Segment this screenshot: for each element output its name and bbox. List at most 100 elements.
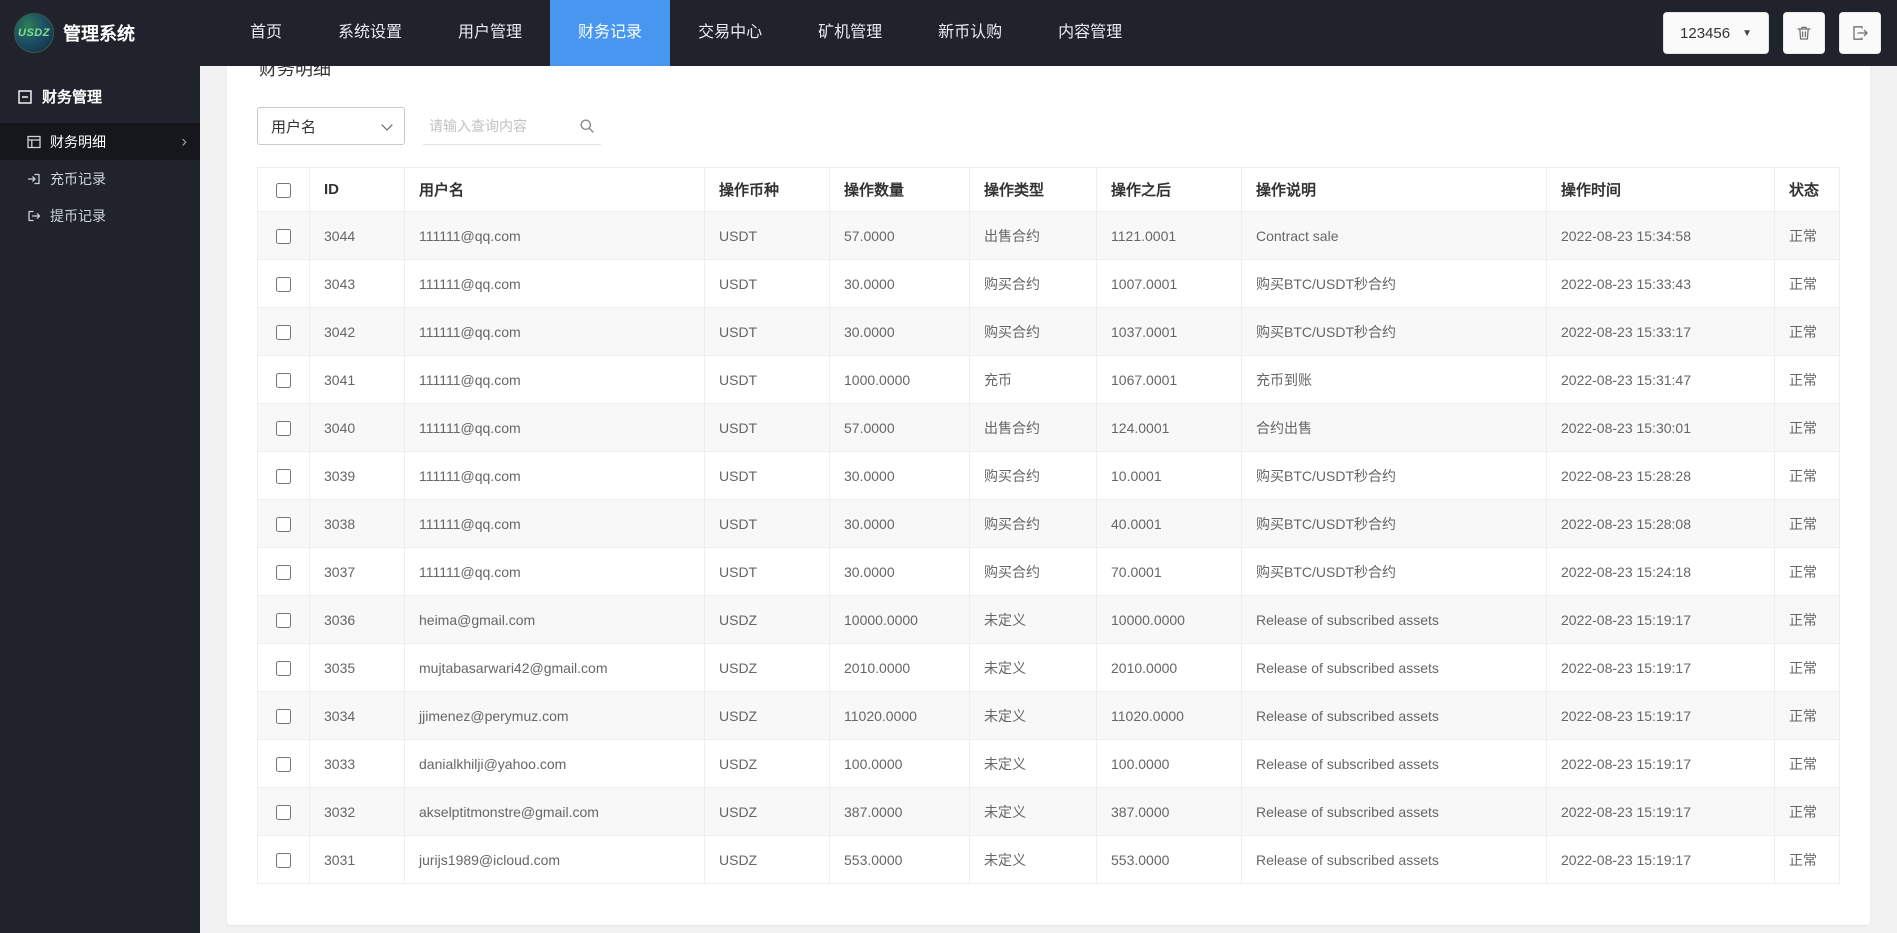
cell-after: 124.0001 — [1097, 404, 1242, 452]
cell-after: 40.0001 — [1097, 500, 1242, 548]
nav-item-new-coin-subscription[interactable]: 新币认购 — [910, 0, 1030, 66]
cell-time: 2022-08-23 15:33:17 — [1547, 308, 1775, 356]
cell-type: 购买合约 — [970, 452, 1097, 500]
clear-cache-button[interactable] — [1783, 12, 1825, 54]
cell-after: 553.0000 — [1097, 836, 1242, 884]
cell-status: 正常 — [1775, 212, 1840, 260]
row-checkbox[interactable] — [276, 469, 291, 484]
sidebar-item-finance-detail[interactable]: 财务明细› — [0, 123, 200, 160]
table-row: 3041111111@qq.comUSDT1000.0000充币1067.000… — [258, 356, 1840, 404]
cell-amount: 10000.0000 — [830, 596, 970, 644]
cell-id: 3042 — [310, 308, 405, 356]
select-all-checkbox[interactable] — [276, 183, 291, 198]
cell-amount: 57.0000 — [830, 212, 970, 260]
sidebar-section-finance[interactable]: 财务管理 — [0, 66, 200, 123]
nav-item-trade-center[interactable]: 交易中心 — [670, 0, 790, 66]
nav-item-user-management[interactable]: 用户管理 — [430, 0, 550, 66]
cell-amount: 1000.0000 — [830, 356, 970, 404]
cell-time: 2022-08-23 15:24:18 — [1547, 548, 1775, 596]
cell-type: 购买合约 — [970, 260, 1097, 308]
cell-status: 正常 — [1775, 260, 1840, 308]
search-icon[interactable] — [577, 116, 597, 136]
cell-username: heima@gmail.com — [405, 596, 705, 644]
user-dropdown[interactable]: 123456 ▼ — [1663, 12, 1769, 54]
cell-time: 2022-08-23 15:19:17 — [1547, 596, 1775, 644]
cell-id: 3031 — [310, 836, 405, 884]
table-row: 3035mujtabasarwari42@gmail.comUSDZ2010.0… — [258, 644, 1840, 692]
cell-username: jurijs1989@icloud.com — [405, 836, 705, 884]
row-checkbox[interactable] — [276, 277, 291, 292]
cell-username: akselptitmonstre@gmail.com — [405, 788, 705, 836]
sign-out-icon — [27, 209, 41, 223]
cell-amount: 2010.0000 — [830, 644, 970, 692]
row-checkbox[interactable] — [276, 421, 291, 436]
cell-type: 出售合约 — [970, 404, 1097, 452]
cell-type: 购买合约 — [970, 500, 1097, 548]
table-row: 3031jurijs1989@icloud.comUSDZ553.0000未定义… — [258, 836, 1840, 884]
column-header: 操作币种 — [705, 168, 830, 212]
table-row: 3039111111@qq.comUSDT30.0000购买合约10.0001购… — [258, 452, 1840, 500]
logout-button[interactable] — [1839, 12, 1881, 54]
row-checkbox[interactable] — [276, 709, 291, 724]
navbar-right-controls: 123456 ▼ — [1663, 12, 1897, 54]
row-checkbox-cell — [258, 212, 310, 260]
cell-desc: Release of subscribed assets — [1242, 644, 1547, 692]
row-checkbox[interactable] — [276, 661, 291, 676]
cell-id: 3037 — [310, 548, 405, 596]
cell-type: 未定义 — [970, 788, 1097, 836]
cell-time: 2022-08-23 15:34:58 — [1547, 212, 1775, 260]
logo-badge-text: USDZ — [18, 27, 50, 39]
sidebar-item-label: 充币记录 — [50, 169, 106, 189]
cell-username: mujtabasarwari42@gmail.com — [405, 644, 705, 692]
cell-coin: USDT — [705, 356, 830, 404]
cell-desc: 购买BTC/USDT秒合约 — [1242, 308, 1547, 356]
sidebar-menu: 财务明细› 充币记录提币记录 — [0, 123, 200, 234]
cell-type: 充币 — [970, 356, 1097, 404]
row-checkbox[interactable] — [276, 757, 291, 772]
sidebar-item-deposit-records[interactable]: 充币记录 — [0, 160, 200, 197]
nav-item-content-management[interactable]: 内容管理 — [1030, 0, 1150, 66]
table-row: 3034jjimenez@perymuz.comUSDZ11020.0000未定… — [258, 692, 1840, 740]
chevron-right-icon: › — [181, 131, 187, 151]
cell-username: 111111@qq.com — [405, 548, 705, 596]
row-checkbox-cell — [258, 260, 310, 308]
row-checkbox[interactable] — [276, 325, 291, 340]
cell-desc: Release of subscribed assets — [1242, 740, 1547, 788]
cell-type: 购买合约 — [970, 308, 1097, 356]
row-checkbox-cell — [258, 404, 310, 452]
row-checkbox[interactable] — [276, 373, 291, 388]
cell-coin: USDT — [705, 452, 830, 500]
row-checkbox[interactable] — [276, 517, 291, 532]
row-checkbox[interactable] — [276, 853, 291, 868]
row-checkbox-cell — [258, 692, 310, 740]
cell-id: 3040 — [310, 404, 405, 452]
row-checkbox[interactable] — [276, 565, 291, 580]
cell-username: 111111@qq.com — [405, 212, 705, 260]
cell-coin: USDT — [705, 260, 830, 308]
sidebar-item-withdraw-records[interactable]: 提币记录 — [0, 197, 200, 234]
row-checkbox-cell — [258, 308, 310, 356]
table-body: 3044111111@qq.comUSDT57.0000出售合约1121.000… — [258, 212, 1840, 884]
trash-icon — [1795, 24, 1813, 42]
cell-amount: 30.0000 — [830, 308, 970, 356]
cell-time: 2022-08-23 15:31:47 — [1547, 356, 1775, 404]
nav-item-system-settings[interactable]: 系统设置 — [310, 0, 430, 66]
row-checkbox[interactable] — [276, 613, 291, 628]
cell-desc: Release of subscribed assets — [1242, 692, 1547, 740]
cell-status: 正常 — [1775, 548, 1840, 596]
cell-time: 2022-08-23 15:19:17 — [1547, 836, 1775, 884]
cell-after: 2010.0000 — [1097, 644, 1242, 692]
cell-id: 3039 — [310, 452, 405, 500]
nav-item-home[interactable]: 首页 — [222, 0, 310, 66]
filter-row: 用户名 — [257, 107, 1840, 145]
nav-item-finance-records[interactable]: 财务记录 — [550, 0, 670, 66]
row-checkbox-cell — [258, 452, 310, 500]
row-checkbox[interactable] — [276, 229, 291, 244]
row-checkbox[interactable] — [276, 805, 291, 820]
cell-desc: 购买BTC/USDT秒合约 — [1242, 548, 1547, 596]
top-navbar: USDZ 管理系统 首页系统设置用户管理财务记录交易中心矿机管理新币认购内容管理… — [0, 0, 1897, 66]
search-input[interactable] — [427, 117, 577, 135]
filter-field-select[interactable]: 用户名 — [257, 107, 405, 145]
cell-type: 未定义 — [970, 836, 1097, 884]
nav-item-miner-management[interactable]: 矿机管理 — [790, 0, 910, 66]
